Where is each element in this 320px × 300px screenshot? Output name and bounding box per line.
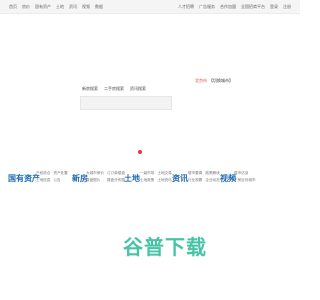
nav-data[interactable]: 数据 <box>95 4 103 9</box>
nav-partner[interactable]: 合作加盟 <box>220 4 236 9</box>
section-links: 产权综合 资产处置 土地信息 公告 <box>36 171 68 183</box>
switch-city-link[interactable]: 【切换城市】 <box>209 78 233 84</box>
section-link[interactable]: 楼市要闻 <box>188 171 202 176</box>
section-link[interactable]: 土地信息 <box>36 178 50 183</box>
loading-dot <box>138 150 142 154</box>
section-links: 大城市房价 订订单楼盘 楼盘图片 楼盘分布图 <box>86 171 125 183</box>
section-title[interactable]: 资讯 <box>172 173 188 184</box>
city-selector: 北京市 【切换城市】 <box>195 78 233 84</box>
nav-home[interactable]: 首页 <box>9 4 17 9</box>
login-link[interactable]: 登录 <box>270 4 278 9</box>
nav-ads[interactable]: 广告服务 <box>199 4 215 9</box>
section-link[interactable]: 土地政策 <box>140 178 154 183</box>
section-link[interactable]: 楼市访谈 <box>234 171 256 176</box>
section-link[interactable]: 千房百问城市 <box>234 178 256 183</box>
section-link[interactable]: 大城市房价 <box>86 171 104 176</box>
section-link[interactable]: 政策解读 <box>205 171 219 176</box>
section-link[interactable]: 土地交易 <box>157 171 171 176</box>
section-link[interactable]: 土地资讯 <box>157 178 171 183</box>
section-link[interactable]: 资产处置 <box>53 171 67 176</box>
tab-news-search[interactable]: 资讯搜索 <box>130 86 146 92</box>
nav-state-assets[interactable]: 国有资产 <box>35 4 51 9</box>
city-name: 北京市 <box>195 78 207 83</box>
section-link[interactable]: 订订单楼盘 <box>107 171 125 176</box>
register-link[interactable]: 注册 <box>283 4 291 9</box>
nav-price[interactable]: 房价 <box>22 4 30 9</box>
section-link[interactable]: 一级市场 <box>140 171 154 176</box>
tab-new-house[interactable]: 新房搜索 <box>82 86 98 92</box>
section-link[interactable]: 楼盘图片 <box>86 178 104 183</box>
site-logo: 谷普下载 <box>123 237 207 259</box>
top-right-links: 人才招聘 广告服务 合作加盟 全国招商平台 登录 注册 <box>178 4 291 9</box>
section-links: 一级市场 土地交易 土地政策 土地资讯 <box>140 171 172 183</box>
nav-news[interactable]: 资讯 <box>69 4 77 9</box>
section-links: 楼市访谈 千房百问城市 <box>234 171 256 183</box>
section-title[interactable]: 土地 <box>124 173 140 184</box>
top-nav: 首页 房价 国有资产 土地 资讯 视频 数据 <box>9 4 103 9</box>
nav-video[interactable]: 视频 <box>82 4 90 9</box>
section-link[interactable]: 企业动态 <box>205 178 219 183</box>
top-bar: 首页 房价 国有资产 土地 资讯 视频 数据 人才招聘 广告服务 合作加盟 全国… <box>0 0 300 14</box>
section-links: 楼市要闻 政策解读 行业观察 企业动态 <box>188 171 220 183</box>
section-link[interactable]: 行业观察 <box>188 178 202 183</box>
tab-second-hand[interactable]: 二手房搜索 <box>104 86 124 92</box>
section-link[interactable]: 产权综合 <box>36 171 50 176</box>
nav-merchant[interactable]: 全国招商平台 <box>241 4 265 9</box>
search-input[interactable] <box>80 96 172 110</box>
section-link[interactable]: 楼盘分布图 <box>107 178 125 183</box>
logo-text: 谷普下载 <box>123 237 207 259</box>
search-tabs: 新房搜索 二手房搜索 资讯搜索 <box>82 86 146 92</box>
section-link[interactable]: 公告 <box>53 178 67 183</box>
nav-recruit[interactable]: 人才招聘 <box>178 4 194 9</box>
nav-land[interactable]: 土地 <box>56 4 64 9</box>
